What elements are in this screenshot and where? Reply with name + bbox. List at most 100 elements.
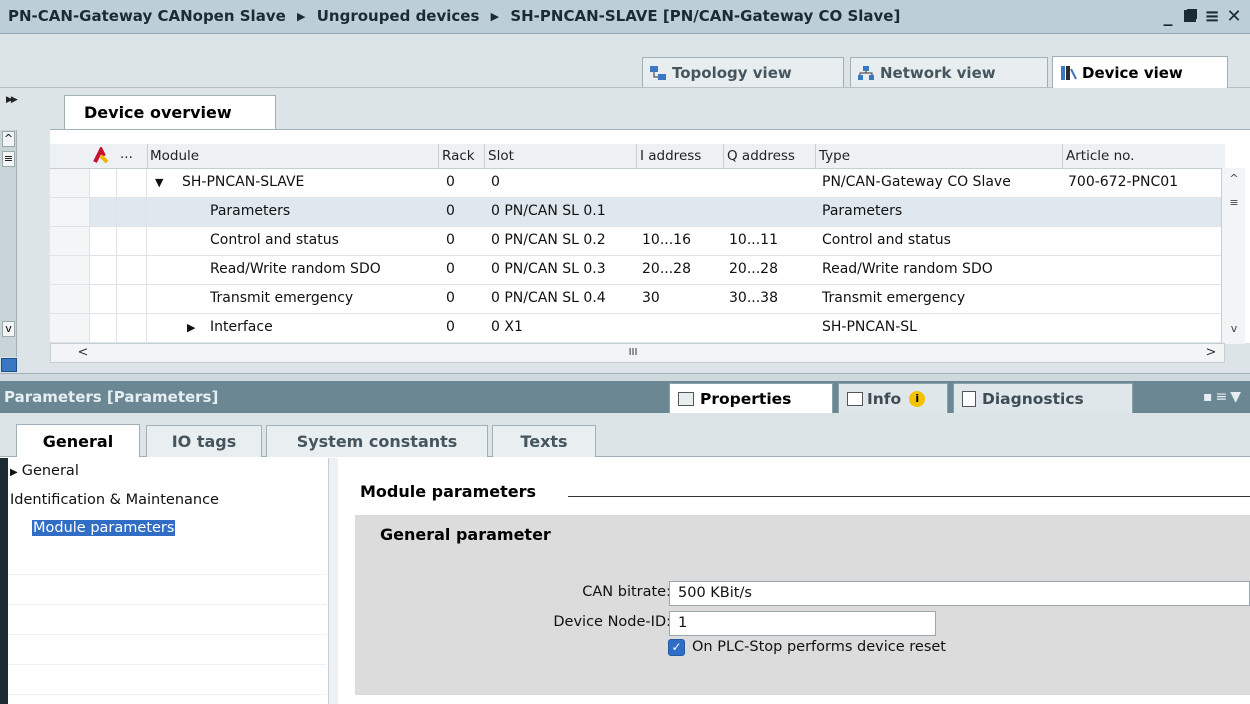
- cell-i-address: 20...28: [642, 261, 691, 277]
- column-i-address[interactable]: I address: [640, 148, 701, 164]
- expand-panel-icon[interactable]: ▶▶: [6, 95, 18, 105]
- tab-topology-label: Topology view: [672, 63, 792, 82]
- topology-view-icon: [649, 65, 667, 81]
- column-module[interactable]: Module: [150, 148, 199, 164]
- tab-network-view[interactable]: Network view: [850, 57, 1048, 87]
- nav-splitter[interactable]: [328, 458, 338, 704]
- scroll-up-icon[interactable]: ^: [2, 131, 15, 147]
- cell-rack: 0: [446, 319, 455, 335]
- nav-item-general[interactable]: ▶ General: [10, 463, 79, 479]
- minimize-button[interactable]: _: [1158, 5, 1178, 27]
- collapse-icon[interactable]: ▼: [155, 176, 163, 189]
- cell-type: Transmit emergency: [822, 290, 966, 306]
- cell-type: Parameters: [822, 203, 903, 219]
- cell-slot: 0 PN/CAN SL 0.4: [491, 290, 606, 306]
- table-row[interactable]: Parameters 0 0 PN/CAN SL 0.1 Parameters: [50, 198, 1225, 227]
- chevron-down-icon[interactable]: ▼: [1230, 389, 1244, 405]
- close-button[interactable]: ✕: [1224, 5, 1244, 27]
- tab-device-view[interactable]: Device view: [1052, 56, 1228, 88]
- column-type[interactable]: Type: [819, 148, 850, 164]
- save-icon[interactable]: [1, 358, 17, 372]
- cell-q-address: 30...38: [729, 290, 778, 306]
- cell-rack: 0: [446, 232, 455, 248]
- left-strip: ▶▶ ^ ≡ v: [0, 88, 50, 373]
- scroll-up-icon[interactable]: ^: [1226, 172, 1242, 188]
- tab-diagnostics[interactable]: Diagnostics: [953, 383, 1133, 413]
- cell-rack: 0: [446, 261, 455, 277]
- breadcrumb: PN-CAN-Gateway CANopen Slave ▶ Ungrouped…: [8, 7, 900, 25]
- plc-stop-reset-checkbox[interactable]: ✓: [668, 639, 685, 656]
- table-row[interactable]: Transmit emergency 0 0 PN/CAN SL 0.4 30 …: [50, 285, 1225, 314]
- device-overview-area: ▶▶ ^ ≡ v Device overview ... Module Rack…: [0, 88, 1250, 373]
- nav-item-module-parameters[interactable]: Module parameters: [32, 520, 176, 536]
- table-row[interactable]: ▶ Interface 0 0 X1 SH-PNCAN-SL: [50, 314, 1225, 343]
- section-divider: [568, 496, 1250, 497]
- scroll-right-icon[interactable]: >: [1201, 345, 1221, 361]
- inspector-window-controls[interactable]: ▪≡▼: [1203, 389, 1244, 405]
- diagnostics-column-icon: [92, 145, 110, 169]
- subtab-texts[interactable]: Texts: [492, 425, 596, 457]
- diagnostics-icon: [962, 390, 976, 407]
- tab-properties[interactable]: Properties: [669, 383, 833, 413]
- can-bitrate-label: CAN bitrate:: [582, 584, 671, 600]
- subtab-io-tags[interactable]: IO tags: [146, 425, 262, 457]
- network-view-icon: [857, 65, 875, 81]
- layout-icon[interactable]: ≡: [1215, 389, 1230, 405]
- scroll-menu-icon[interactable]: ≡: [1226, 196, 1242, 212]
- float-window-button[interactable]: [1180, 5, 1200, 27]
- table-vertical-scrollbar[interactable]: ^ ≡ v: [1221, 168, 1245, 344]
- parameter-pane: Module parameters General parameter CAN …: [338, 458, 1250, 704]
- table-row[interactable]: ▼ SH-PNCAN-SLAVE 0 0 PN/CAN-Gateway CO S…: [50, 169, 1225, 198]
- expand-icon[interactable]: ▶: [187, 321, 195, 334]
- cell-slot: 0 PN/CAN SL 0.1: [491, 203, 606, 219]
- cell-i-address: 10...16: [642, 232, 691, 248]
- can-bitrate-field[interactable]: 500 KBit/s: [669, 581, 1250, 606]
- column-q-address[interactable]: Q address: [727, 148, 795, 164]
- subtab-system-constants[interactable]: System constants: [266, 425, 488, 457]
- cell-q-address: 20...28: [729, 261, 778, 277]
- cell-module: Interface: [210, 319, 273, 335]
- cell-module: Read/Write random SDO: [210, 261, 381, 277]
- device-view-icon: [1059, 65, 1077, 81]
- scroll-menu-icon[interactable]: ≡: [2, 151, 15, 167]
- section-title: Module parameters: [360, 482, 537, 501]
- cell-article-no: 700-672-PNC01: [1068, 174, 1179, 190]
- table-row[interactable]: Control and status 0 0 PN/CAN SL 0.2 10.…: [50, 227, 1225, 256]
- tab-device-overview[interactable]: Device overview: [64, 95, 276, 130]
- subtab-general[interactable]: General: [16, 424, 140, 457]
- cell-module: Transmit emergency: [210, 290, 354, 306]
- cell-type: Read/Write random SDO: [822, 261, 993, 277]
- breadcrumb-project[interactable]: PN-CAN-Gateway CANopen Slave: [8, 7, 286, 25]
- table-row[interactable]: Read/Write random SDO 0 0 PN/CAN SL 0.3 …: [50, 256, 1225, 285]
- tab-device-label: Device view: [1082, 63, 1183, 82]
- column-slot[interactable]: Slot: [488, 148, 514, 164]
- table-horizontal-scrollbar[interactable]: < III >: [50, 343, 1225, 363]
- plc-stop-reset-label: On PLC-Stop performs device reset: [692, 639, 946, 655]
- device-node-id-field[interactable]: 1: [669, 611, 936, 636]
- properties-icon: [678, 391, 694, 406]
- float-icon[interactable]: ▪: [1203, 389, 1216, 405]
- maximize-button[interactable]: ≡: [1202, 5, 1222, 27]
- nav-item-identification[interactable]: Identification & Maintenance: [10, 492, 219, 508]
- scroll-down-icon[interactable]: v: [1226, 322, 1242, 338]
- info-tab-icon: [847, 391, 863, 406]
- tab-info[interactable]: Info i: [838, 383, 948, 413]
- column-rack[interactable]: Rack: [442, 148, 475, 164]
- inspector-header: Parameters [Parameters] Properties Info …: [0, 381, 1250, 413]
- scroll-thumb-grip[interactable]: III: [623, 347, 643, 363]
- tab-topology-view[interactable]: Topology view: [642, 57, 844, 87]
- column-more[interactable]: ...: [120, 146, 133, 162]
- scroll-left-icon[interactable]: <: [73, 345, 93, 361]
- cell-module: Control and status: [210, 232, 339, 248]
- cell-module: Parameters: [210, 203, 291, 219]
- panel-splitter[interactable]: [0, 373, 1250, 381]
- breadcrumb-group[interactable]: Ungrouped devices: [317, 7, 480, 25]
- scroll-down-icon[interactable]: v: [2, 321, 15, 337]
- expand-icon[interactable]: ▶: [10, 467, 18, 478]
- float-window-icon: [1184, 10, 1196, 22]
- left-scrollbar[interactable]: ^ ≡ v: [0, 130, 17, 357]
- breadcrumb-device[interactable]: SH-PNCAN-SLAVE [PN/CAN-Gateway CO Slave]: [510, 7, 900, 25]
- general-parameter-group: General parameter CAN bitrate: 500 KBit/…: [355, 515, 1250, 695]
- tab-network-label: Network view: [880, 63, 996, 82]
- column-article-no[interactable]: Article no.: [1066, 148, 1134, 164]
